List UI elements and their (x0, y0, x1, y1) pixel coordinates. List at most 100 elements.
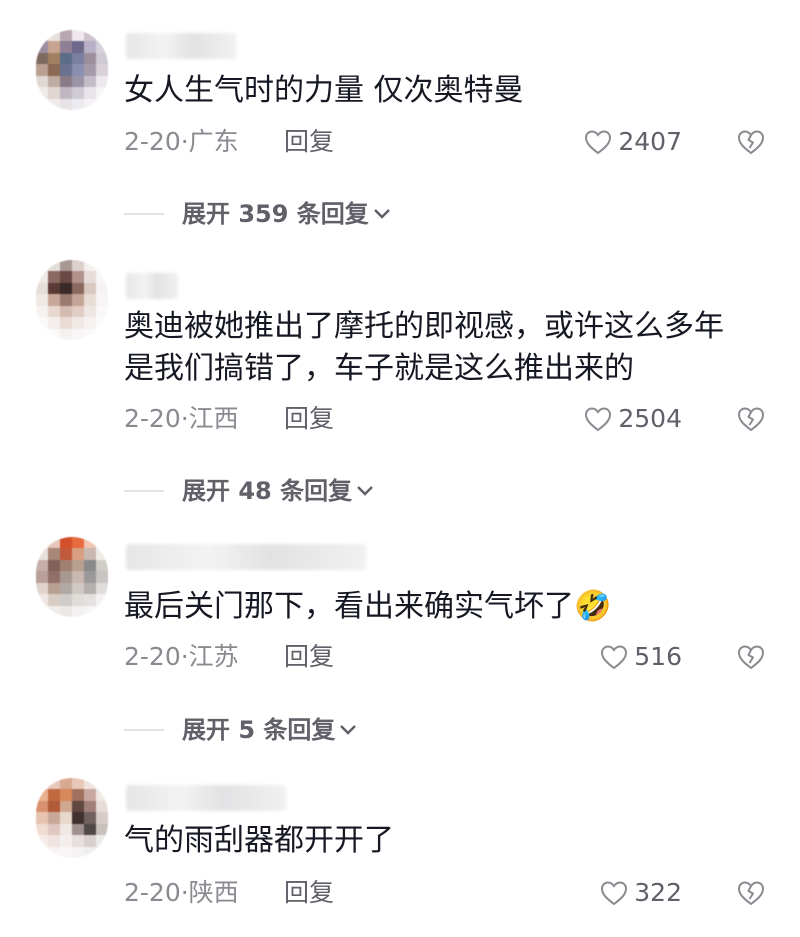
like-count: 516 (634, 642, 682, 671)
avatar-pixel (72, 789, 84, 801)
avatar-pixel (84, 559, 96, 572)
avatar-pixel (84, 823, 96, 836)
broken-heart-icon[interactable] (736, 642, 766, 672)
avatar-pixel (72, 537, 84, 549)
expand-replies-button[interactable]: 展开 5 条回复 (124, 715, 357, 745)
avatar-pixel (84, 52, 96, 65)
avatar[interactable] (36, 778, 108, 858)
avatar[interactable] (36, 260, 108, 340)
date-location: 2-20·广东 (124, 127, 239, 156)
like-button[interactable]: 2504 (584, 404, 682, 434)
avatar-pixel (48, 605, 60, 617)
avatar-pixel (48, 582, 60, 595)
avatar-pixel (48, 305, 60, 318)
avatar-pixel (96, 605, 108, 617)
avatar-pixel (84, 317, 96, 329)
like-button[interactable]: 516 (600, 642, 682, 672)
avatar-pixel (60, 548, 72, 560)
avatar-pixel (84, 537, 96, 549)
avatar-pixel (48, 87, 60, 99)
avatar-pixel (60, 75, 72, 88)
avatar-pixel (48, 260, 60, 272)
avatar-pixel (96, 846, 108, 858)
avatar-pixel (72, 605, 84, 617)
reply-button[interactable]: 回复 (284, 878, 334, 908)
avatar-pixel (36, 87, 48, 99)
avatar-pixel (48, 41, 60, 53)
avatar-pixel (36, 582, 48, 595)
avatar-pixel (72, 98, 84, 110)
avatar-pixel (36, 548, 48, 560)
avatar-pixel (72, 812, 84, 824)
comment-text: 奥迪被她推出了摩托的即视感，或许这么多年 是我们搞错了，车子就是这么推出来的 (124, 309, 724, 386)
broken-heart-icon[interactable] (736, 404, 766, 434)
avatar-pixel (36, 571, 48, 583)
avatar-pixel (60, 98, 72, 110)
heart-outline-icon (585, 130, 612, 155)
avatar-pixel (48, 789, 60, 801)
avatar-pixel (84, 571, 96, 583)
avatar-pixel (60, 594, 72, 606)
reply-button[interactable]: 回复 (284, 127, 334, 157)
reply-button[interactable]: 回复 (284, 404, 334, 434)
expand-replies-button[interactable]: 展开 48 条回复 (124, 476, 374, 506)
avatar-pixel (96, 64, 108, 76)
avatar-pixel (84, 594, 96, 606)
avatar-pixel (84, 282, 96, 295)
avatar-pixel (36, 317, 48, 329)
avatar-pixel (60, 294, 72, 306)
avatar-pixel (36, 812, 48, 824)
avatar-pixel (60, 812, 72, 824)
avatar-pixel (96, 835, 108, 847)
avatar-pixel (72, 594, 84, 606)
avatar[interactable] (36, 30, 108, 110)
avatar-pixel (60, 41, 72, 53)
avatar-pixel (96, 548, 108, 560)
avatar-pixel (72, 282, 84, 295)
username[interactable] (126, 33, 236, 59)
avatar-pixel (84, 789, 96, 801)
avatar-pixel (36, 605, 48, 617)
avatar-pixel (96, 778, 108, 790)
username[interactable] (126, 785, 286, 811)
avatar-pixel (72, 778, 84, 790)
avatar-pixel (36, 75, 48, 88)
avatar-pixel (48, 846, 60, 858)
like-button[interactable]: 322 (600, 878, 682, 908)
broken-heart-icon[interactable] (736, 878, 766, 908)
avatar-pixel (96, 87, 108, 99)
avatar-pixel (60, 846, 72, 858)
avatar-pixel (48, 823, 60, 836)
like-button[interactable]: 2407 (584, 127, 682, 157)
avatar-pixel (72, 571, 84, 583)
avatar-pixel (84, 41, 96, 53)
broken-heart-icon[interactable] (736, 127, 766, 157)
avatar-pixel (72, 835, 84, 847)
username[interactable] (126, 544, 366, 570)
avatar-pixel (84, 800, 96, 813)
avatar-pixel (48, 282, 60, 295)
avatar-pixel (96, 537, 108, 549)
avatar-pixel (96, 594, 108, 606)
chevron-down-icon (357, 486, 373, 496)
avatar-pixel (48, 800, 60, 813)
avatar[interactable] (36, 537, 108, 617)
expand-replies-button[interactable]: 展开 359 条回复 (124, 199, 391, 229)
avatar-pixel (96, 800, 108, 813)
avatar-pixel (72, 271, 84, 283)
avatar-pixel (72, 294, 84, 306)
username[interactable] (126, 273, 178, 299)
chevron-down-icon (373, 209, 390, 219)
avatar-pixel (96, 571, 108, 583)
avatar-pixel (36, 30, 48, 42)
avatar-pixel (60, 823, 72, 836)
avatar-pixel (36, 800, 48, 813)
reply-button[interactable]: 回复 (284, 642, 334, 672)
avatar-pixel (48, 537, 60, 549)
avatar-pixel (72, 846, 84, 858)
comment-text: 女人生气时的力量 仅次奥特曼 (124, 73, 524, 108)
divider-line (124, 490, 164, 492)
avatar-pixel (60, 537, 72, 549)
comment-text: 最后关门那下，看出来确实气坏了🤣 (124, 589, 612, 624)
comment-text: 气的雨刮器都开开了 (124, 823, 394, 858)
